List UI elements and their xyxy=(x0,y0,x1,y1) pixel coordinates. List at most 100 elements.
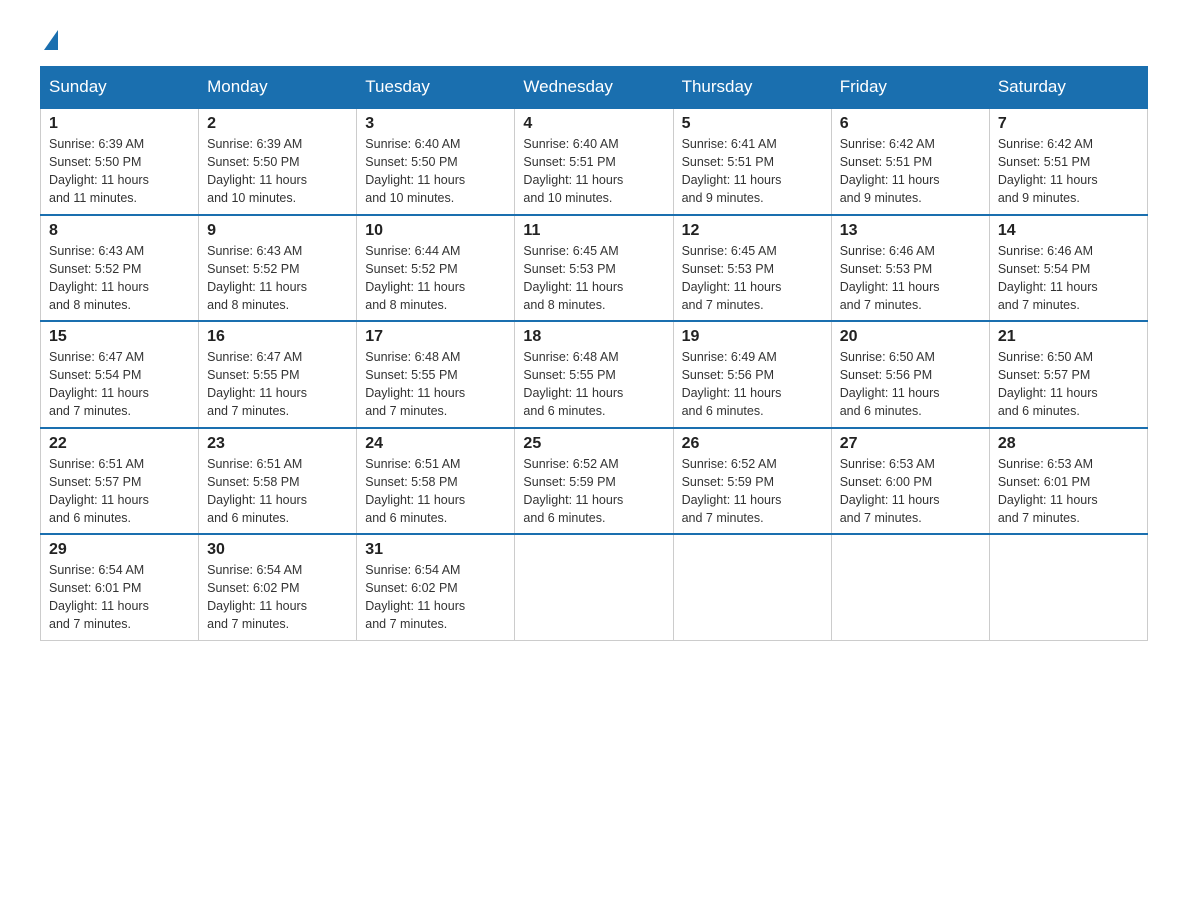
day-number: 21 xyxy=(998,328,1139,346)
day-info: Sunrise: 6:48 AMSunset: 5:55 PMDaylight:… xyxy=(523,348,664,421)
day-info: Sunrise: 6:51 AMSunset: 5:57 PMDaylight:… xyxy=(49,455,190,528)
page-header xyxy=(40,30,1148,48)
day-info: Sunrise: 6:45 AMSunset: 5:53 PMDaylight:… xyxy=(682,242,823,315)
calendar-cell: 18 Sunrise: 6:48 AMSunset: 5:55 PMDayligh… xyxy=(515,321,673,428)
calendar-cell: 2 Sunrise: 6:39 AMSunset: 5:50 PMDaylight… xyxy=(199,108,357,215)
calendar-cell xyxy=(673,534,831,640)
day-info: Sunrise: 6:50 AMSunset: 5:57 PMDaylight:… xyxy=(998,348,1139,421)
logo-triangle-icon xyxy=(44,30,58,50)
day-info: Sunrise: 6:48 AMSunset: 5:55 PMDaylight:… xyxy=(365,348,506,421)
day-number: 18 xyxy=(523,328,664,346)
day-number: 22 xyxy=(49,435,190,453)
day-number: 31 xyxy=(365,541,506,559)
calendar-cell: 30 Sunrise: 6:54 AMSunset: 6:02 PMDayligh… xyxy=(199,534,357,640)
day-number: 6 xyxy=(840,115,981,133)
day-number: 5 xyxy=(682,115,823,133)
calendar-cell: 14Sunrise: 6:46 AMSunset: 5:54 PMDayligh… xyxy=(989,215,1147,322)
calendar-cell: 13 Sunrise: 6:46 AMSunset: 5:53 PMDayligh… xyxy=(831,215,989,322)
calendar-cell: 3Sunrise: 6:40 AMSunset: 5:50 PMDaylight… xyxy=(357,108,515,215)
calendar-cell: 24 Sunrise: 6:51 AMSunset: 5:58 PMDayligh… xyxy=(357,428,515,535)
logo xyxy=(40,30,58,48)
day-info: Sunrise: 6:50 AMSunset: 5:56 PMDaylight:… xyxy=(840,348,981,421)
day-number: 13 xyxy=(840,222,981,240)
calendar-cell: 26 Sunrise: 6:52 AMSunset: 5:59 PMDayligh… xyxy=(673,428,831,535)
calendar-cell: 17 Sunrise: 6:48 AMSunset: 5:55 PMDayligh… xyxy=(357,321,515,428)
day-number: 25 xyxy=(523,435,664,453)
calendar-cell xyxy=(831,534,989,640)
day-info: Sunrise: 6:51 AMSunset: 5:58 PMDaylight:… xyxy=(365,455,506,528)
calendar-cell: 31 Sunrise: 6:54 AMSunset: 6:02 PMDayligh… xyxy=(357,534,515,640)
day-info: Sunrise: 6:52 AMSunset: 5:59 PMDaylight:… xyxy=(682,455,823,528)
calendar-cell: 10 Sunrise: 6:44 AMSunset: 5:52 PMDayligh… xyxy=(357,215,515,322)
day-number: 1 xyxy=(49,115,190,133)
day-number: 23 xyxy=(207,435,348,453)
calendar-header-monday: Monday xyxy=(199,67,357,109)
day-number: 7 xyxy=(998,115,1139,133)
calendar-cell: 7 Sunrise: 6:42 AMSunset: 5:51 PMDaylight… xyxy=(989,108,1147,215)
day-info: Sunrise: 6:42 AMSunset: 5:51 PMDaylight:… xyxy=(998,135,1139,208)
calendar-header-thursday: Thursday xyxy=(673,67,831,109)
day-number: 26 xyxy=(682,435,823,453)
calendar-cell: 20 Sunrise: 6:50 AMSunset: 5:56 PMDayligh… xyxy=(831,321,989,428)
day-info: Sunrise: 6:44 AMSunset: 5:52 PMDaylight:… xyxy=(365,242,506,315)
day-number: 15 xyxy=(49,328,190,346)
day-number: 2 xyxy=(207,115,348,133)
calendar-cell: 29 Sunrise: 6:54 AMSunset: 6:01 PMDayligh… xyxy=(41,534,199,640)
day-number: 29 xyxy=(49,541,190,559)
day-number: 20 xyxy=(840,328,981,346)
day-info: Sunrise: 6:40 AMSunset: 5:51 PMDaylight:… xyxy=(523,135,664,208)
day-number: 4 xyxy=(523,115,664,133)
calendar-cell xyxy=(515,534,673,640)
day-number: 24 xyxy=(365,435,506,453)
day-number: 16 xyxy=(207,328,348,346)
day-info: Sunrise: 6:53 AMSunset: 6:01 PMDaylight:… xyxy=(998,455,1139,528)
day-info: Sunrise: 6:43 AMSunset: 5:52 PMDaylight:… xyxy=(207,242,348,315)
day-info: Sunrise: 6:46 AMSunset: 5:53 PMDaylight:… xyxy=(840,242,981,315)
day-info: Sunrise: 6:54 AMSunset: 6:02 PMDaylight:… xyxy=(207,561,348,634)
day-info: Sunrise: 6:41 AMSunset: 5:51 PMDaylight:… xyxy=(682,135,823,208)
calendar-header-row: SundayMondayTuesdayWednesdayThursdayFrid… xyxy=(41,67,1148,109)
day-number: 8 xyxy=(49,222,190,240)
calendar-cell: 12 Sunrise: 6:45 AMSunset: 5:53 PMDayligh… xyxy=(673,215,831,322)
day-number: 10 xyxy=(365,222,506,240)
day-number: 3 xyxy=(365,115,506,133)
calendar-cell: 11Sunrise: 6:45 AMSunset: 5:53 PMDayligh… xyxy=(515,215,673,322)
day-info: Sunrise: 6:39 AMSunset: 5:50 PMDaylight:… xyxy=(207,135,348,208)
day-info: Sunrise: 6:52 AMSunset: 5:59 PMDaylight:… xyxy=(523,455,664,528)
day-number: 19 xyxy=(682,328,823,346)
calendar-cell: 1 Sunrise: 6:39 AMSunset: 5:50 PMDaylight… xyxy=(41,108,199,215)
day-number: 17 xyxy=(365,328,506,346)
calendar-header-sunday: Sunday xyxy=(41,67,199,109)
week-row-1: 1 Sunrise: 6:39 AMSunset: 5:50 PMDaylight… xyxy=(41,108,1148,215)
calendar-cell: 4 Sunrise: 6:40 AMSunset: 5:51 PMDaylight… xyxy=(515,108,673,215)
day-info: Sunrise: 6:39 AMSunset: 5:50 PMDaylight:… xyxy=(49,135,190,208)
day-info: Sunrise: 6:47 AMSunset: 5:54 PMDaylight:… xyxy=(49,348,190,421)
week-row-5: 29 Sunrise: 6:54 AMSunset: 6:01 PMDayligh… xyxy=(41,534,1148,640)
day-info: Sunrise: 6:53 AMSunset: 6:00 PMDaylight:… xyxy=(840,455,981,528)
calendar-header-saturday: Saturday xyxy=(989,67,1147,109)
day-info: Sunrise: 6:51 AMSunset: 5:58 PMDaylight:… xyxy=(207,455,348,528)
calendar-cell: 19Sunrise: 6:49 AMSunset: 5:56 PMDayligh… xyxy=(673,321,831,428)
week-row-2: 8 Sunrise: 6:43 AMSunset: 5:52 PMDaylight… xyxy=(41,215,1148,322)
day-info: Sunrise: 6:54 AMSunset: 6:02 PMDaylight:… xyxy=(365,561,506,634)
calendar-table: SundayMondayTuesdayWednesdayThursdayFrid… xyxy=(40,66,1148,641)
calendar-cell xyxy=(989,534,1147,640)
day-info: Sunrise: 6:43 AMSunset: 5:52 PMDaylight:… xyxy=(49,242,190,315)
day-info: Sunrise: 6:54 AMSunset: 6:01 PMDaylight:… xyxy=(49,561,190,634)
calendar-cell: 8 Sunrise: 6:43 AMSunset: 5:52 PMDaylight… xyxy=(41,215,199,322)
calendar-cell: 25 Sunrise: 6:52 AMSunset: 5:59 PMDayligh… xyxy=(515,428,673,535)
calendar-cell: 21 Sunrise: 6:50 AMSunset: 5:57 PMDayligh… xyxy=(989,321,1147,428)
calendar-cell: 15 Sunrise: 6:47 AMSunset: 5:54 PMDayligh… xyxy=(41,321,199,428)
week-row-4: 22 Sunrise: 6:51 AMSunset: 5:57 PMDayligh… xyxy=(41,428,1148,535)
week-row-3: 15 Sunrise: 6:47 AMSunset: 5:54 PMDayligh… xyxy=(41,321,1148,428)
calendar-cell: 27Sunrise: 6:53 AMSunset: 6:00 PMDayligh… xyxy=(831,428,989,535)
calendar-cell: 9 Sunrise: 6:43 AMSunset: 5:52 PMDaylight… xyxy=(199,215,357,322)
calendar-cell: 23 Sunrise: 6:51 AMSunset: 5:58 PMDayligh… xyxy=(199,428,357,535)
calendar-cell: 22 Sunrise: 6:51 AMSunset: 5:57 PMDayligh… xyxy=(41,428,199,535)
day-number: 9 xyxy=(207,222,348,240)
day-number: 12 xyxy=(682,222,823,240)
calendar-cell: 6Sunrise: 6:42 AMSunset: 5:51 PMDaylight… xyxy=(831,108,989,215)
day-number: 30 xyxy=(207,541,348,559)
calendar-cell: 28Sunrise: 6:53 AMSunset: 6:01 PMDayligh… xyxy=(989,428,1147,535)
calendar-header-tuesday: Tuesday xyxy=(357,67,515,109)
